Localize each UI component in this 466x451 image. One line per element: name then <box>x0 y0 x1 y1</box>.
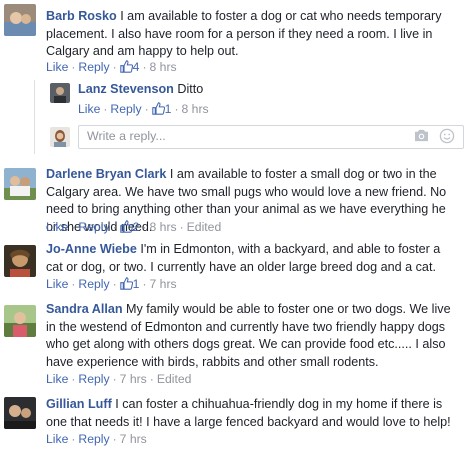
reply-button[interactable]: Reply <box>78 372 109 386</box>
reply-button[interactable]: Reply <box>78 220 109 234</box>
smiley-icon[interactable] <box>439 128 455 147</box>
like-button[interactable]: Like <box>46 220 68 234</box>
camera-icon[interactable] <box>414 129 429 145</box>
thumbs-up-icon <box>119 277 133 290</box>
avatar[interactable] <box>4 397 36 429</box>
comment-actions: Like · Reply · 1 · 7 hrs <box>46 277 177 291</box>
comment-actions: Like · Reply · 7 hrs · Edited <box>46 372 192 386</box>
like-button[interactable]: Like <box>46 432 68 446</box>
reply-button[interactable]: Reply <box>78 60 109 74</box>
comment-actions: Like · Reply · 2 · 8 hrs · Edited <box>46 220 222 234</box>
avatar[interactable] <box>4 168 36 200</box>
reply-avatar[interactable] <box>50 83 70 103</box>
comment-body: Gillian Luff I can foster a chihuahua-fr… <box>46 396 460 431</box>
reply-text: Ditto <box>177 82 204 96</box>
reply-lanz-stevenson: Lanz Stevenson Ditto Like · Reply · 1 · 8 hrs <box>34 73 466 123</box>
edited-label[interactable]: Edited <box>157 372 192 386</box>
edited-label[interactable]: Edited <box>187 220 222 234</box>
comment-author[interactable]: Barb Rosko <box>46 9 117 23</box>
comment-body: Barb Rosko I am available to foster a do… <box>46 8 458 61</box>
timestamp[interactable]: 7 hrs <box>120 372 147 386</box>
thumbs-up-icon <box>119 220 133 233</box>
reply-button[interactable]: Reply <box>110 102 141 116</box>
reply-input[interactable] <box>85 128 389 144</box>
like-button[interactable]: Like <box>78 102 100 116</box>
comment-author[interactable]: Gillian Luff <box>46 397 112 411</box>
comment-author[interactable]: Darlene Bryan Clark <box>46 167 166 181</box>
like-count[interactable]: 1 <box>151 102 171 116</box>
timestamp[interactable]: 7 hrs <box>150 277 177 291</box>
thumbs-up-icon <box>151 102 165 115</box>
avatar[interactable] <box>4 245 36 277</box>
like-count[interactable]: 1 <box>119 277 139 291</box>
comment-body: Sandra Allan My family would be able to … <box>46 301 460 371</box>
like-button[interactable]: Like <box>46 277 68 291</box>
comment-author[interactable]: Sandra Allan <box>46 302 123 316</box>
like-count[interactable]: 4 <box>119 60 139 74</box>
timestamp[interactable]: 8 hrs <box>150 60 177 74</box>
reply-button[interactable]: Reply <box>78 432 109 446</box>
like-button[interactable]: Like <box>46 60 68 74</box>
comment-actions: Like · Reply · 7 hrs <box>46 432 147 446</box>
comment-author[interactable]: Jo-Anne Wiebe <box>46 242 137 256</box>
avatar[interactable] <box>4 4 36 36</box>
comment-body: Jo-Anne Wiebe I'm in Edmonton, with a ba… <box>46 241 460 276</box>
thumbs-up-icon <box>119 60 133 73</box>
like-count[interactable]: 2 <box>119 220 139 234</box>
timestamp[interactable]: 8 hrs <box>182 102 209 116</box>
reply-composer[interactable] <box>78 125 464 149</box>
current-user-avatar <box>50 127 70 147</box>
reply-body: Lanz Stevenson Ditto <box>78 81 458 99</box>
like-button[interactable]: Like <box>46 372 68 386</box>
avatar[interactable] <box>4 305 36 337</box>
timestamp[interactable]: 8 hrs <box>150 220 177 234</box>
reply-author[interactable]: Lanz Stevenson <box>78 82 174 96</box>
reply-button[interactable]: Reply <box>78 277 109 291</box>
timestamp[interactable]: 7 hrs <box>120 432 147 446</box>
reply-actions: Like · Reply · 1 · 8 hrs <box>78 102 209 116</box>
